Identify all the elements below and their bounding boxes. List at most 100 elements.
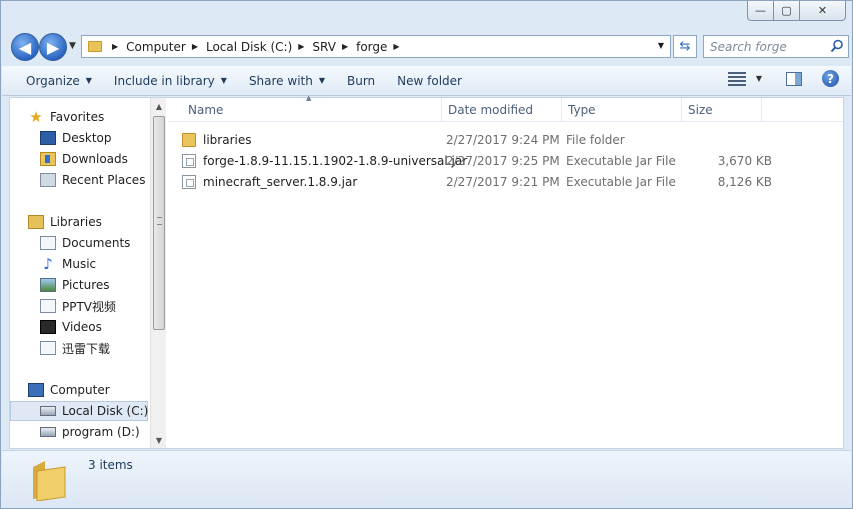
pictures-icon bbox=[40, 278, 56, 292]
address-dropdown-icon[interactable]: ▼ bbox=[658, 41, 664, 50]
sidebar-favorites[interactable]: ★ Favorites bbox=[10, 107, 104, 127]
grip-icon bbox=[157, 217, 162, 225]
folder-icon bbox=[182, 132, 196, 147]
breadcrumb-srv[interactable]: SRV bbox=[312, 40, 336, 54]
sidebar-label: Pictures bbox=[62, 278, 110, 292]
jar-file-icon bbox=[182, 174, 196, 189]
sidebar-item-documents[interactable]: Documents bbox=[10, 233, 130, 253]
sidebar-label: Music bbox=[62, 257, 97, 271]
back-button[interactable]: ◀ bbox=[11, 33, 39, 61]
forward-button[interactable]: ▶ bbox=[39, 33, 67, 61]
burn-label: Burn bbox=[347, 73, 376, 88]
share-with-button[interactable]: Share with ▼ bbox=[239, 69, 335, 93]
chevron-down-icon[interactable]: ▼ bbox=[756, 74, 762, 83]
file-size: 8,126 KB bbox=[717, 174, 772, 189]
file-date: 2/27/2017 9:21 PM bbox=[446, 174, 560, 189]
breadcrumb-local-disk[interactable]: Local Disk (C:) bbox=[206, 40, 292, 54]
sidebar-libraries[interactable]: Libraries bbox=[10, 212, 102, 232]
sidebar-item-music[interactable]: ♪ Music bbox=[10, 254, 96, 274]
drive-icon bbox=[40, 427, 56, 437]
videos-icon bbox=[40, 320, 56, 334]
sidebar-item-recent-places[interactable]: Recent Places bbox=[10, 170, 145, 190]
sidebar-item-xunlei[interactable]: 迅雷下载 bbox=[10, 338, 110, 358]
sidebar-label: Libraries bbox=[50, 215, 102, 229]
file-name: forge-1.8.9-11.15.1.1902-1.8.9-universal… bbox=[203, 153, 468, 168]
chevron-right-icon[interactable]: ▶ bbox=[192, 42, 198, 51]
sidebar-item-downloads[interactable]: Downloads bbox=[10, 149, 128, 169]
file-date: 2/27/2017 9:25 PM bbox=[446, 153, 560, 168]
caption-buttons: — ▢ ✕ bbox=[747, 1, 846, 23]
help-icon[interactable]: ? bbox=[822, 70, 839, 87]
organize-button[interactable]: Organize ▼ bbox=[16, 69, 102, 93]
chevron-right-icon[interactable]: ▶ bbox=[393, 42, 399, 51]
chevron-right-icon[interactable]: ▶ bbox=[112, 42, 118, 51]
organize-label: Organize bbox=[26, 73, 80, 88]
library-icon bbox=[40, 341, 56, 355]
file-name: libraries bbox=[203, 132, 252, 147]
sidebar-scrollbar[interactable]: ▲ ▼ bbox=[150, 98, 166, 448]
file-row[interactable]: minecraft_server.1.8.9.jar 2/27/2017 9:2… bbox=[182, 171, 782, 192]
address-bar[interactable]: ▶ Computer ▶ Local Disk (C:) ▶ SRV ▶ for… bbox=[81, 35, 671, 58]
sidebar-label: Local Disk (C:) bbox=[62, 404, 149, 418]
minimize-button[interactable]: — bbox=[747, 1, 774, 21]
sidebar-label: Desktop bbox=[62, 131, 112, 145]
search-box[interactable]: Search forge bbox=[703, 35, 849, 58]
file-name-cell: libraries bbox=[182, 129, 251, 150]
column-date-modified[interactable]: Date modified bbox=[442, 98, 562, 122]
sidebar-item-program-drive[interactable]: program (D:) bbox=[10, 422, 140, 442]
sidebar-item-local-disk[interactable]: Local Disk (C:) bbox=[10, 401, 148, 421]
column-type[interactable]: Type bbox=[562, 98, 682, 122]
file-name-cell: forge-1.8.9-11.15.1.1902-1.8.9-universal… bbox=[182, 150, 467, 171]
new-folder-button[interactable]: New folder bbox=[387, 69, 472, 93]
file-row[interactable]: libraries 2/27/2017 9:24 PM File folder bbox=[182, 129, 782, 150]
sidebar-label: Documents bbox=[62, 236, 131, 250]
column-label: Size bbox=[688, 103, 713, 117]
search-icon[interactable] bbox=[830, 39, 844, 53]
file-name: minecraft_server.1.8.9.jar bbox=[203, 174, 358, 189]
music-icon: ♪ bbox=[43, 255, 53, 273]
sidebar-item-pictures[interactable]: Pictures bbox=[10, 275, 110, 295]
file-name-cell: minecraft_server.1.8.9.jar bbox=[182, 171, 357, 192]
include-in-library-label: Include in library bbox=[113, 73, 215, 88]
sidebar-item-pptv[interactable]: PPTV视频 bbox=[10, 296, 116, 316]
scroll-thumb[interactable] bbox=[153, 116, 165, 330]
recent-places-icon bbox=[40, 173, 56, 187]
scroll-down-icon[interactable]: ▼ bbox=[151, 432, 166, 448]
main-area: ★ Favorites Desktop Downloads Recent Pla… bbox=[9, 94, 844, 449]
column-size[interactable]: Size bbox=[682, 98, 762, 122]
maximize-button[interactable]: ▢ bbox=[774, 1, 800, 21]
scroll-up-icon[interactable]: ▲ bbox=[151, 98, 166, 114]
breadcrumb-computer[interactable]: Computer bbox=[126, 40, 186, 54]
breadcrumb-forge[interactable]: forge bbox=[356, 40, 387, 54]
chevron-right-icon[interactable]: ▶ bbox=[298, 42, 304, 51]
preview-pane-icon[interactable] bbox=[786, 71, 802, 86]
search-input[interactable]: Search forge bbox=[710, 40, 787, 54]
recent-pages-dropdown-icon[interactable]: ▼ bbox=[69, 41, 76, 51]
documents-icon bbox=[40, 236, 56, 250]
file-type: Executable Jar File bbox=[566, 153, 676, 168]
chevron-down-icon: ▼ bbox=[85, 76, 92, 85]
column-name[interactable]: Name bbox=[182, 98, 442, 122]
item-count: 3 items bbox=[88, 458, 133, 472]
computer-icon bbox=[28, 383, 44, 397]
column-header: ▲ Name Date modified Type Size bbox=[168, 94, 843, 122]
folder-icon bbox=[33, 461, 66, 501]
include-in-library-button[interactable]: Include in library ▼ bbox=[104, 69, 237, 93]
sidebar-item-desktop[interactable]: Desktop bbox=[10, 128, 112, 148]
new-folder-label: New folder bbox=[397, 73, 462, 88]
burn-button[interactable]: Burn bbox=[337, 69, 385, 93]
file-type: Executable Jar File bbox=[566, 174, 676, 189]
refresh-button[interactable]: ⇆ bbox=[673, 35, 697, 58]
column-label: Date modified bbox=[448, 103, 534, 117]
sidebar-computer[interactable]: Computer bbox=[10, 380, 110, 400]
sidebar-label: Computer bbox=[50, 383, 110, 397]
close-button[interactable]: ✕ bbox=[800, 1, 846, 21]
view-options-icon[interactable] bbox=[727, 71, 746, 86]
sidebar-item-videos[interactable]: Videos bbox=[10, 317, 102, 337]
file-row[interactable]: forge-1.8.9-11.15.1.1902-1.8.9-universal… bbox=[182, 150, 782, 171]
share-with-label: Share with bbox=[248, 73, 313, 88]
chevron-down-icon: ▼ bbox=[318, 76, 325, 85]
drive-icon bbox=[40, 406, 56, 416]
chevron-right-icon[interactable]: ▶ bbox=[342, 42, 348, 51]
chevron-down-icon: ▼ bbox=[220, 76, 227, 85]
